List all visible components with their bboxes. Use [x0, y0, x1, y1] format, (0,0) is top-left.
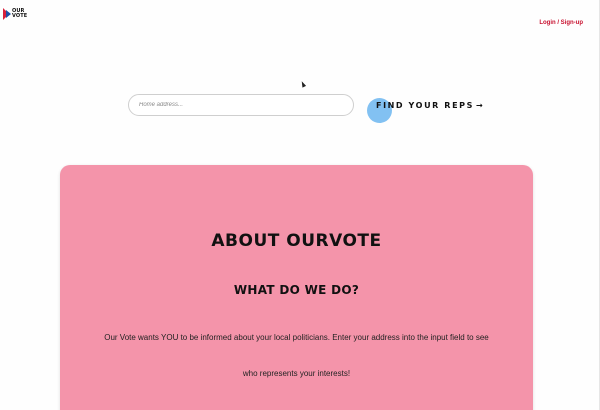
about-description-line1: Our Vote wants YOU to be informed about …	[104, 333, 489, 342]
about-subtitle: WHAT DO WE DO?	[233, 283, 360, 297]
logo-text-line2: VOTE	[12, 13, 28, 19]
mouse-pointer-icon	[299, 80, 307, 88]
about-description-line2: who represents your interests!	[242, 369, 351, 378]
find-your-reps-button[interactable]: FIND YOUR REPS →	[376, 99, 483, 111]
login-signup-link[interactable]: Login / Sign-up	[539, 20, 583, 26]
find-your-reps-label: FIND YOUR REPS	[376, 100, 474, 110]
about-title: ABOUT OURVOTE	[211, 231, 382, 251]
ourvote-chevron-logo-icon	[3, 8, 11, 20]
logo-text: OUR VOTE	[12, 9, 27, 19]
page: OUR VOTE Login / Sign-up FIND YOUR REPS …	[0, 0, 600, 410]
about-card: ABOUT OURVOTE WHAT DO WE DO? Our Vote wa…	[60, 165, 533, 410]
arrow-right-icon: →	[475, 100, 483, 110]
home-address-input[interactable]	[128, 94, 354, 116]
ourvote-logo[interactable]: OUR VOTE	[3, 7, 29, 21]
logo-chevron-blue	[6, 10, 11, 18]
